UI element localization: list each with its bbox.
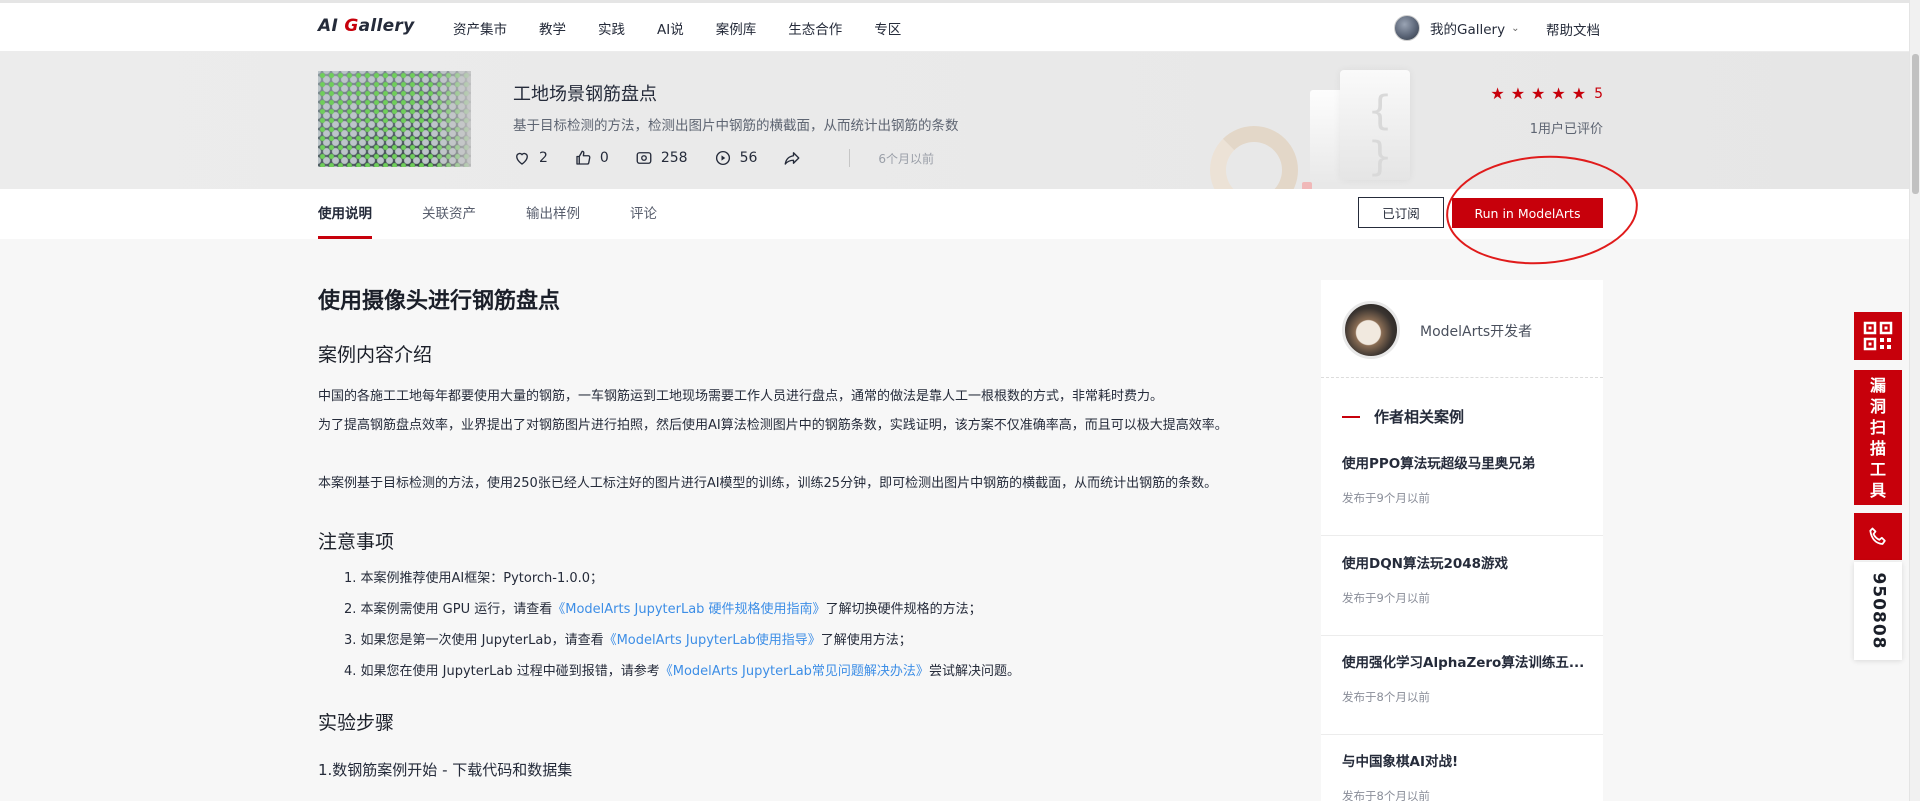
- list-item: 3. 如果您是第一次使用 JupyterLab，请查看《ModelArts Ju…: [344, 633, 912, 648]
- chevron-down-icon: ⌄: [1511, 22, 1520, 34]
- nav-item-ai-talk[interactable]: AI说: [657, 18, 684, 38]
- nav-item-teaching[interactable]: 教学: [539, 18, 566, 38]
- hardware-spec-guide-link[interactable]: 《ModelArts JupyterLab 硬件规格使用指南》: [552, 602, 825, 617]
- related-case-item[interactable]: 与中国象棋AI对战! 发布于8个月以前: [1321, 750, 1603, 801]
- notes-list: 1. 本案例推荐使用AI框架：Pytorch-1.0.0； 2. 本案例需使用 …: [344, 563, 1020, 687]
- tab-related-assets[interactable]: 关联资产: [422, 189, 476, 239]
- author-avatar: [1342, 301, 1400, 359]
- list-item: 4. 如果您在使用 JupyterLab 过程中碰到报错，请参考《ModelAr…: [344, 664, 1020, 679]
- nav-item-case-library[interactable]: 案例库: [716, 18, 757, 38]
- logo[interactable]: AI Gallery: [318, 16, 415, 36]
- list-item: 2. 本案例需使用 GPU 运行，请查看《ModelArts JupyterLa…: [344, 602, 982, 617]
- nav-item-zone[interactable]: 专区: [874, 18, 901, 38]
- banner-decoration: { }: [1190, 70, 1420, 189]
- related-case-item[interactable]: 使用DQN算法玩2048游戏 发布于9个月以前: [1321, 552, 1603, 636]
- nav-item-practice[interactable]: 实践: [598, 18, 625, 38]
- help-docs-link[interactable]: 帮助文档: [1546, 19, 1600, 39]
- list-item: 1. 本案例推荐使用AI框架：Pytorch-1.0.0；: [344, 571, 604, 586]
- asset-description: 基于目标检测的方法，检测出图片中钢筋的横截面，从而统计出钢筋的条数: [513, 118, 959, 134]
- heart-icon: [516, 152, 528, 165]
- author-sidebar: ModelArts开发者 作者相关案例 使用PPO算法玩超级马里奥兄弟 发布于9…: [1321, 280, 1603, 801]
- rating-score: 5: [1594, 85, 1603, 102]
- section-heading-intro: 案例内容介绍: [318, 344, 433, 366]
- play-circle-icon: [715, 150, 730, 166]
- share-button[interactable]: [783, 149, 809, 167]
- runs-stat: 56: [714, 149, 757, 167]
- nav-item-asset-market[interactable]: 资产集市: [453, 18, 507, 38]
- paragraph: 为了提高钢筋盘点效率，业界提出了对钢筋图片进行拍照，然后使用AI算法检测图片中的…: [318, 418, 1228, 433]
- star-rating-icon: ★★★★★: [1490, 84, 1593, 103]
- eye-icon: [636, 152, 652, 164]
- subscribed-button[interactable]: 已订阅: [1358, 197, 1444, 228]
- vulnerability-scan-button[interactable]: 漏洞扫描工具: [1854, 370, 1902, 505]
- asset-stats: 2 0 258 56 6个月以前: [513, 146, 934, 170]
- tab-comments[interactable]: 评论: [630, 189, 657, 239]
- main-nav: 资产集市 教学 实践 AI说 案例库 生态合作 专区: [453, 3, 933, 52]
- paragraph: 中国的各施工工地每年都要使用大量的钢筋，一车钢筋运到工地现场需要工作人员进行盘点…: [318, 389, 1164, 404]
- jupyterlab-faq-link[interactable]: 《ModelArts JupyterLab常见问题解决办法》: [660, 664, 929, 679]
- tab-usage[interactable]: 使用说明: [318, 189, 372, 239]
- qr-code-icon: [1863, 321, 1893, 351]
- step-heading: 1.数钢筋案例开始 - 下载代码和数据集: [318, 761, 573, 779]
- article-title: 使用摄像头进行钢筋盘点: [318, 289, 561, 314]
- jupyterlab-guide-link[interactable]: 《ModelArts JupyterLab使用指导》: [604, 633, 821, 648]
- hotline-number: 950808: [1854, 562, 1902, 660]
- tab-output-samples[interactable]: 输出样例: [526, 189, 580, 239]
- rating-count: 1用户已评价: [1529, 122, 1603, 137]
- avatar: [1394, 15, 1420, 41]
- section-heading-steps: 实验步骤: [318, 712, 395, 734]
- thumbs-up-stat[interactable]: 0: [574, 149, 609, 167]
- author-name: ModelArts开发者: [1420, 324, 1533, 340]
- qr-code-button[interactable]: [1854, 312, 1902, 360]
- related-cases-title: 作者相关案例: [1342, 406, 1464, 427]
- scrollbar-thumb[interactable]: [1912, 54, 1919, 194]
- top-navbar: AI Gallery 资产集市 教学 实践 AI说 案例库 生态合作 专区 我的…: [0, 0, 1920, 52]
- related-case-item[interactable]: 使用PPO算法玩超级马里奥兄弟 发布于9个月以前: [1321, 452, 1603, 536]
- share-icon: [784, 152, 800, 165]
- like-stat[interactable]: 2: [513, 149, 548, 167]
- user-menu-label: 我的Gallery: [1430, 22, 1506, 38]
- phone-icon: [1869, 527, 1886, 545]
- asset-title: 工地场景钢筋盘点: [513, 84, 657, 105]
- phone-button[interactable]: [1854, 513, 1902, 560]
- stats-divider: [849, 149, 851, 167]
- nav-item-ecosystem[interactable]: 生态合作: [788, 18, 842, 38]
- views-stat: 258: [635, 149, 688, 167]
- asset-banner: 工地场景钢筋盘点 基于目标检测的方法，检测出图片中钢筋的横截面，从而统计出钢筋的…: [0, 52, 1920, 189]
- page-scrollbar[interactable]: [1909, 0, 1920, 801]
- paragraph: 本案例基于目标检测的方法，使用250张已经人工标注好的图片进行AI模型的训练，训…: [318, 476, 1218, 491]
- related-case-item[interactable]: 使用强化学习AlphaZero算法训练五... 发布于8个月以前: [1321, 651, 1603, 735]
- asset-thumbnail: [318, 71, 471, 167]
- user-menu[interactable]: 我的Gallery ⌄: [1394, 15, 1519, 41]
- thumbs-up-icon: [576, 150, 591, 165]
- section-heading-notes: 注意事项: [318, 531, 395, 553]
- published-time: 6个月以前: [878, 151, 935, 166]
- author-card[interactable]: ModelArts开发者: [1321, 280, 1603, 378]
- rating: ★★★★★ 5: [1480, 84, 1603, 103]
